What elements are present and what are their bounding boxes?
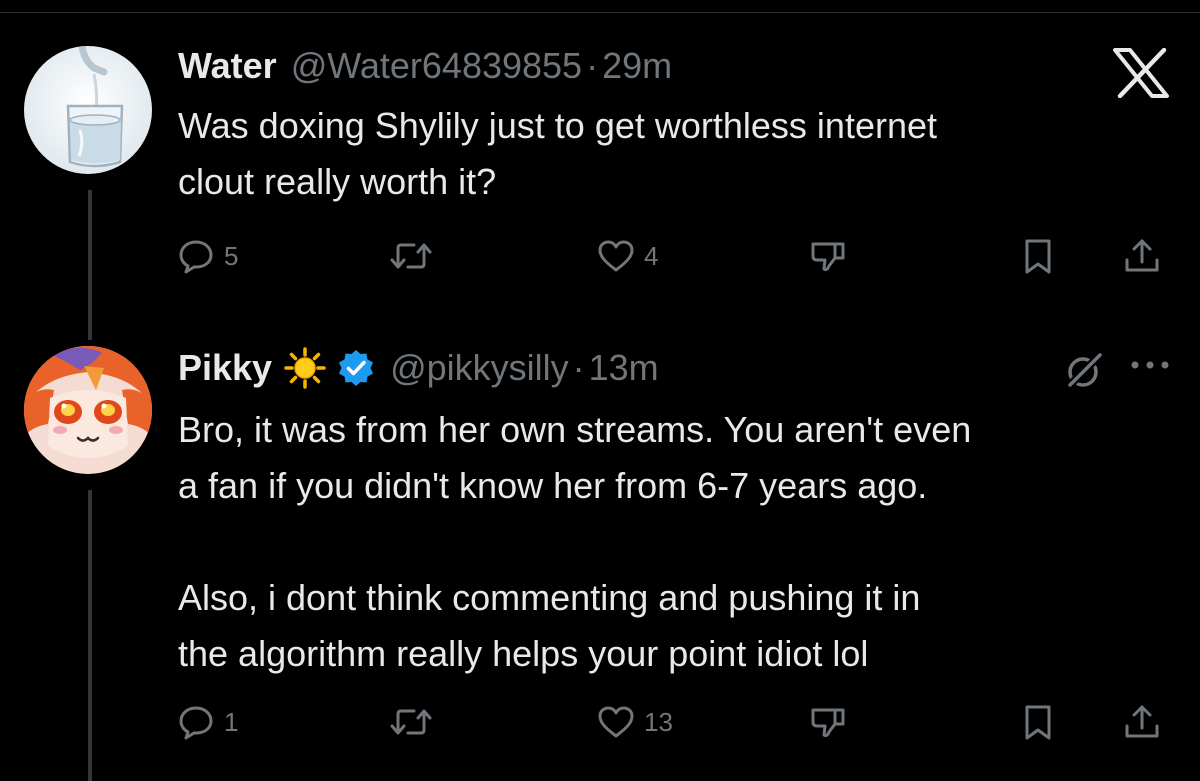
downvote-button[interactable] <box>808 236 848 276</box>
grok-icon[interactable] <box>1062 349 1106 398</box>
bookmark-icon <box>1025 705 1051 740</box>
reply-icon <box>179 706 213 740</box>
x-logo-icon[interactable] <box>1112 47 1170 103</box>
timestamp[interactable]: 29m <box>602 45 672 87</box>
repost-button[interactable] <box>388 236 442 276</box>
display-name[interactable]: Water <box>178 45 277 87</box>
repost-icon <box>390 243 432 269</box>
reply-count: 1 <box>224 706 239 737</box>
top-divider <box>0 12 1200 13</box>
like-count: 4 <box>644 240 659 271</box>
downvote-icon <box>811 708 845 738</box>
tweet-text: Was doxing Shylily just to get worthless… <box>178 105 938 202</box>
tweet-header: Pikky @pikkysilly · 13m <box>178 346 659 390</box>
reply-count: 5 <box>224 240 239 271</box>
thread-line <box>88 190 92 340</box>
tweet-actions: 5 4 <box>176 236 1176 276</box>
user-handle[interactable]: @Water64839855 <box>291 45 582 87</box>
timestamp[interactable]: 13m <box>589 347 659 389</box>
verified-badge-icon[interactable] <box>336 348 376 388</box>
anime-character-icon <box>24 346 152 474</box>
tweet-header: Water @Water64839855 · 29m <box>178 44 672 88</box>
tweet-text: Bro, it was from her own streams. You ar… <box>178 409 972 674</box>
repost-button[interactable] <box>388 702 442 742</box>
more-options-icon[interactable] <box>1128 355 1172 380</box>
share-icon <box>1125 705 1159 738</box>
reply-icon <box>179 240 213 274</box>
like-button[interactable]: 4 <box>596 236 658 276</box>
avatar[interactable] <box>24 46 152 174</box>
repost-icon <box>390 709 432 735</box>
share-icon <box>1125 239 1159 272</box>
user-handle[interactable]: @pikkysilly <box>390 347 569 389</box>
downvote-button[interactable] <box>808 702 848 742</box>
bookmark-icon <box>1025 239 1051 274</box>
glass-of-water-icon <box>24 46 152 174</box>
bookmark-button[interactable] <box>1018 702 1058 742</box>
share-button[interactable] <box>1122 702 1162 742</box>
heart-icon <box>598 706 634 738</box>
share-button[interactable] <box>1122 236 1162 276</box>
heart-icon <box>598 240 634 272</box>
like-button[interactable]: 13 <box>596 702 673 742</box>
thread-line <box>88 490 92 781</box>
bookmark-button[interactable] <box>1018 236 1058 276</box>
display-name[interactable]: Pikky <box>178 347 272 389</box>
like-count: 13 <box>644 706 673 737</box>
reply-button[interactable]: 5 <box>176 236 238 276</box>
reply-button[interactable]: 1 <box>176 702 238 742</box>
separator-dot: · <box>572 347 585 388</box>
tweet-actions: 1 13 <box>176 702 1176 742</box>
separator-dot: · <box>586 45 599 86</box>
sun-emoji-icon <box>284 347 326 389</box>
downvote-icon <box>811 242 845 272</box>
avatar[interactable] <box>24 346 152 474</box>
